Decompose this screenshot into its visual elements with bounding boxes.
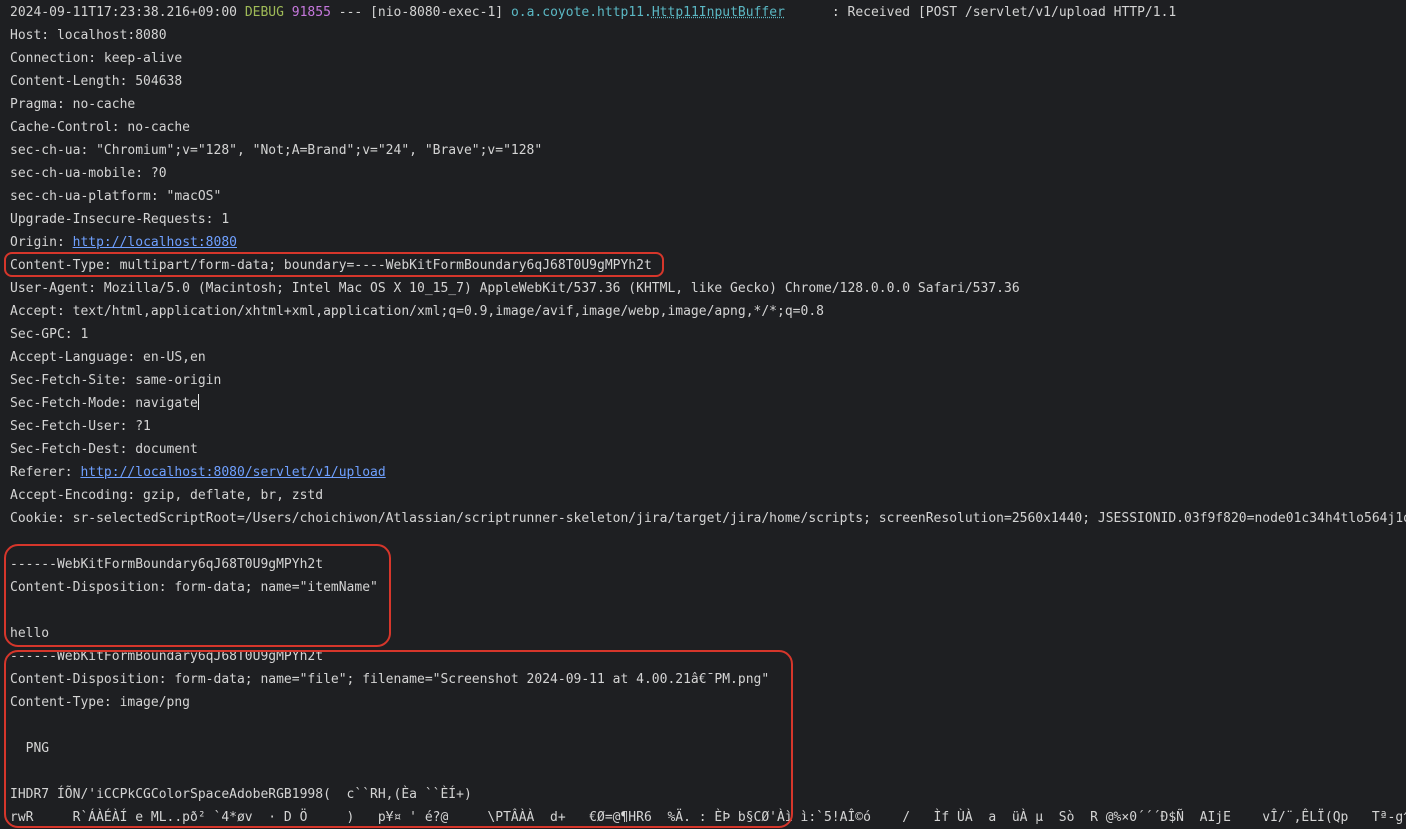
header-sec-fetch-dest: Sec-Fetch-Dest: document — [10, 442, 198, 457]
header-origin: Origin: http://localhost:8080 — [10, 231, 237, 254]
header-user-agent: User-Agent: Mozilla/5.0 (Macintosh; Inte… — [10, 281, 1020, 296]
header-cookie: Cookie: sr-selectedScriptRoot=/Users/cho… — [10, 511, 1406, 526]
header-sec-ch-ua-platform: sec-ch-ua-platform: "macOS" — [10, 189, 222, 204]
header-host: Host: localhost:8080 — [10, 28, 167, 43]
part2-png-magic: PNG — [10, 741, 50, 756]
part2-content-disposition: Content-Disposition: form-data; name="fi… — [10, 672, 770, 687]
header-sec-fetch-site: Sec-Fetch-Site: same-origin — [10, 373, 222, 388]
log-message: : Received [POST /servlet/v1/upload HTTP… — [784, 5, 1177, 20]
text-cursor — [197, 394, 199, 410]
log-thread: [nio-8080-exec-1] — [370, 5, 504, 20]
header-content-type: Content-Type: multipart/form-data; bound… — [10, 258, 652, 273]
header-referer: Referer: http://localhost:8080/servlet/v… — [10, 461, 386, 484]
header-accept-encoding: Accept-Encoding: gzip, deflate, br, zstd — [10, 488, 324, 503]
debug-console-output: 2024-09-11T17:23:38.216+09:00 DEBUG 9185… — [0, 0, 1406, 829]
log-pid: 91855 — [291, 5, 331, 20]
part2-binary-data: rwR R`ÁÀÉÀÍ e ML..pð² `4*øv · D Ö ) p¥¤ … — [10, 810, 1406, 825]
header-accept-language: Accept-Language: en-US,en — [10, 350, 206, 365]
header-accept: Accept: text/html,application/xhtml+xml,… — [10, 304, 824, 319]
header-content-length: Content-Length: 504638 — [10, 74, 183, 89]
log-header-line: 2024-09-11T17:23:38.216+09:00 DEBUG 9185… — [10, 1, 1176, 24]
part2-boundary: ------WebKitFormBoundary6qJ68T0U9gMPYh2t — [10, 649, 324, 664]
header-pragma: Pragma: no-cache — [10, 97, 136, 112]
log-level: DEBUG — [244, 5, 284, 20]
header-connection: Connection: keep-alive — [10, 51, 183, 66]
header-sec-fetch-user: Sec-Fetch-User: ?1 — [10, 419, 151, 434]
header-sec-fetch-mode-line: Sec-Fetch-Mode: navigate — [10, 392, 199, 415]
header-sec-fetch-mode: Sec-Fetch-Mode: navigate — [10, 396, 198, 411]
header-upgrade-insecure-requests: Upgrade-Insecure-Requests: 1 — [10, 212, 230, 227]
part1-boundary: ------WebKitFormBoundary6qJ68T0U9gMPYh2t — [10, 557, 324, 572]
part2-content-type: Content-Type: image/png — [10, 695, 191, 710]
log-timestamp: 2024-09-11T17:23:38.216+09:00 — [10, 5, 237, 20]
header-referer-label: Referer: — [10, 465, 81, 480]
referer-link[interactable]: http://localhost:8080/servlet/v1/upload — [80, 465, 385, 480]
header-origin-label: Origin: — [10, 235, 73, 250]
part1-value: hello — [10, 626, 50, 641]
log-logger-class-link[interactable]: Http11InputBuffer — [652, 5, 785, 20]
log-logger-prefix: o.a.coyote.http11. — [510, 5, 652, 20]
part1-content-disposition: Content-Disposition: form-data; name="it… — [10, 580, 378, 595]
header-cache-control: Cache-Control: no-cache — [10, 120, 191, 135]
header-sec-ch-ua-mobile: sec-ch-ua-mobile: ?0 — [10, 166, 167, 181]
header-sec-gpc: Sec-GPC: 1 — [10, 327, 89, 342]
origin-link[interactable]: http://localhost:8080 — [73, 235, 237, 250]
part2-ihdr-chunk: IHDR7 ÍÕN/'iCCPkCGColorSpaceAdobeRGB1998… — [10, 787, 472, 802]
header-sec-ch-ua: sec-ch-ua: "Chromium";v="128", "Not;A=Br… — [10, 143, 543, 158]
log-separator: --- — [338, 5, 363, 20]
